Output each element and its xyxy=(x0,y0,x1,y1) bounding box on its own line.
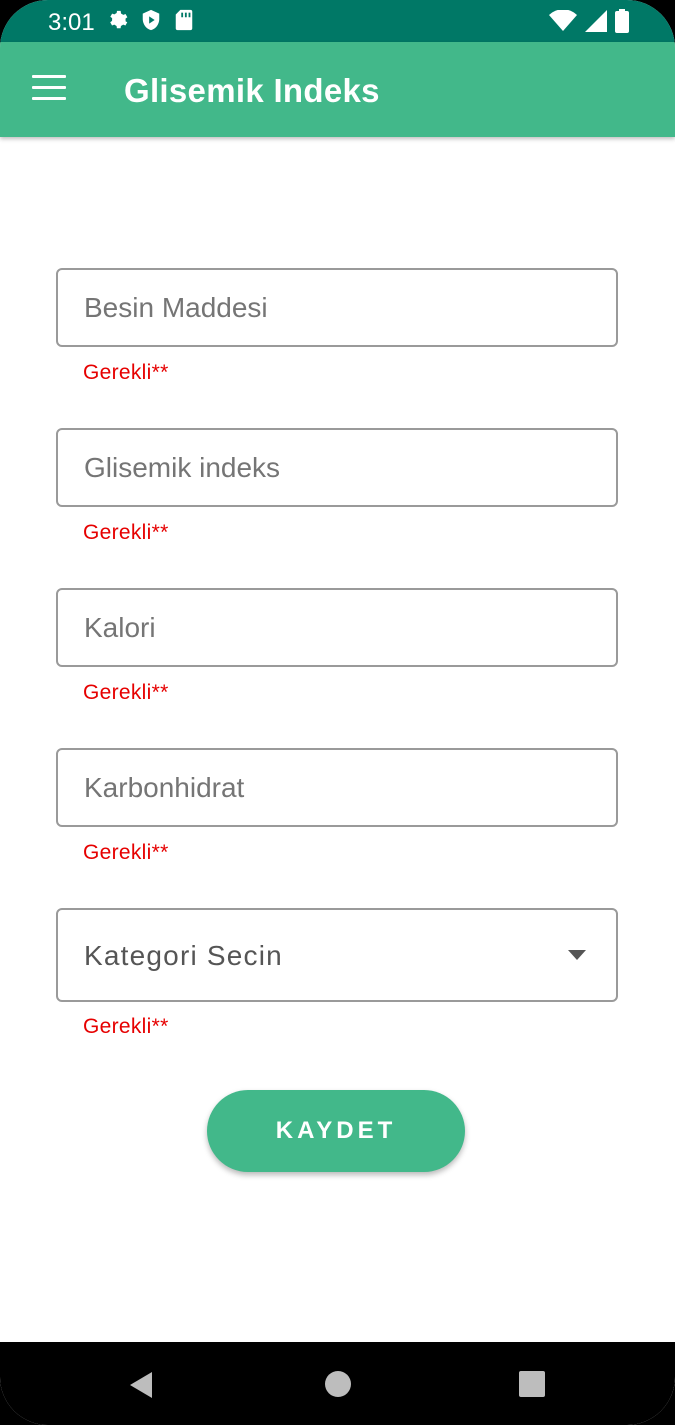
home-circle-icon[interactable] xyxy=(325,1371,351,1397)
category-error: Gerekli** xyxy=(83,1015,169,1038)
cellular-signal-icon xyxy=(585,10,607,32)
food-item-input[interactable] xyxy=(58,270,616,345)
category-selected-value: Kategori Secin xyxy=(84,940,283,971)
category-dropdown[interactable]: Kategori Secin xyxy=(56,908,618,1002)
system-nav-bar xyxy=(0,1342,675,1425)
calorie-input[interactable] xyxy=(58,590,616,665)
recents-square-icon[interactable] xyxy=(519,1371,545,1397)
status-bar: 3:01 xyxy=(0,0,675,42)
carbohydrate-field[interactable] xyxy=(56,748,618,827)
shield-play-icon xyxy=(142,9,160,31)
save-button[interactable]: KAYDET xyxy=(207,1090,465,1172)
phone-screen: 3:01 Glisemik Indeks Besin Maddesi Gerek… xyxy=(0,0,675,1425)
battery-icon xyxy=(615,9,629,33)
carbohydrate-error: Gerekli** xyxy=(83,841,169,864)
sd-card-icon xyxy=(175,9,193,31)
food-item-field[interactable] xyxy=(56,268,618,347)
settings-gear-icon xyxy=(110,10,128,29)
carbohydrate-input[interactable] xyxy=(58,750,616,825)
glycemic-index-input[interactable] xyxy=(58,430,616,505)
hamburger-menu-icon[interactable] xyxy=(32,75,66,101)
app-bar: Glisemik Indeks xyxy=(0,42,675,137)
glycemic-index-error: Gerekli** xyxy=(83,521,169,544)
calorie-error: Gerekli** xyxy=(83,681,169,704)
glycemic-index-field[interactable] xyxy=(56,428,618,507)
back-triangle-icon[interactable] xyxy=(130,1372,152,1398)
status-time: 3:01 xyxy=(48,9,95,36)
wifi-icon xyxy=(549,10,577,31)
calorie-field[interactable] xyxy=(56,588,618,667)
food-item-error: Gerekli** xyxy=(83,361,169,384)
status-icons-right xyxy=(549,9,629,33)
dropdown-arrow-icon xyxy=(568,950,586,960)
page-title: Glisemik Indeks xyxy=(124,72,380,109)
status-icons-left xyxy=(106,9,194,31)
